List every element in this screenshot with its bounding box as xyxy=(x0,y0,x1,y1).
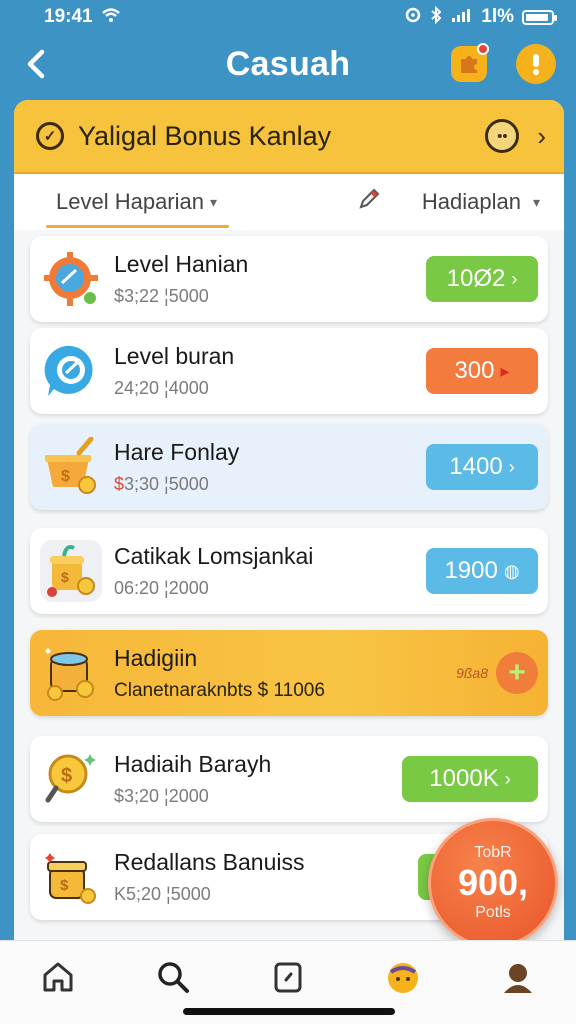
featured-tag: 9ßa8 xyxy=(456,665,488,681)
coin-jar-icon: $ xyxy=(40,846,102,908)
item-subtitle: 24;20 ¦4000 xyxy=(114,378,209,398)
money-pot-icon: $ xyxy=(40,436,102,498)
list-item[interactable]: Level buran 24;20 ¦4000 300 ▸ xyxy=(30,328,548,414)
tab-home[interactable] xyxy=(33,955,83,999)
fab-value: 900, xyxy=(457,862,529,903)
tab-rewards[interactable] xyxy=(378,955,428,999)
svg-text:$: $ xyxy=(61,468,70,485)
badge-face-icon xyxy=(388,963,419,993)
featured-list-item[interactable]: Hadigiin Clanetnaraknbts $ 11006 9ßa8 + xyxy=(30,630,548,716)
profile-icon xyxy=(504,964,533,993)
total-points-button[interactable]: TobR 900, Potls xyxy=(428,818,558,948)
item-subtitle: K5;20 ¦5000 xyxy=(114,884,211,904)
money-jar-icon: $ xyxy=(40,540,102,602)
exclamation-icon xyxy=(533,54,539,75)
item-subtitle: Clanetnaraknbts $ 11006 xyxy=(114,679,325,701)
add-button[interactable]: + xyxy=(496,652,538,694)
active-filter-underline xyxy=(46,225,230,228)
page-title: Casuah xyxy=(225,44,351,83)
search-icon xyxy=(158,962,189,993)
home-indicator xyxy=(183,1008,395,1015)
app-header: Casuah xyxy=(0,34,576,94)
item-title: Hadigiin xyxy=(114,644,198,671)
filter-level-dropdown[interactable]: Level Haparian ▾ xyxy=(46,174,230,230)
target-chat-icon xyxy=(40,340,102,402)
svg-text:$: $ xyxy=(61,765,72,787)
gear-target-icon xyxy=(40,248,102,310)
status-time: 19:41 xyxy=(44,6,93,27)
info-circle-icon: ◍ xyxy=(503,560,520,581)
status-bar: 19:41 1l% xyxy=(0,0,576,34)
item-subtitle: $3;30 ¦5000 xyxy=(114,474,426,495)
fab-bottom-label: Potls xyxy=(475,904,511,921)
item-subtitle-value: 3;30 ¦5000 xyxy=(124,474,209,494)
reward-value: 10Ø2 xyxy=(446,265,506,292)
item-title: Level Hanian xyxy=(114,251,249,277)
fab-top-label: TobR xyxy=(474,844,512,861)
item-subtitle: $3;22 ¦5000 xyxy=(114,286,209,306)
signal-icon xyxy=(451,7,473,27)
reward-badge-button[interactable]: 300 ▸ xyxy=(426,348,538,394)
back-button[interactable] xyxy=(18,46,54,82)
reward-badge-button[interactable]: 10Ø2 › xyxy=(426,256,538,302)
battery-icon xyxy=(522,9,557,25)
bonus-banner[interactable]: ✓ Yaligal Bonus Kanlay •• › xyxy=(14,100,564,174)
tab-search[interactable] xyxy=(148,955,198,999)
svg-text:$: $ xyxy=(60,877,69,894)
reward-badge-button[interactable]: 1000K › xyxy=(402,756,538,802)
item-title: Level buran xyxy=(114,343,235,369)
filter-reward-label[interactable]: Hadiaplan xyxy=(422,189,521,215)
chevron-left-icon xyxy=(27,49,45,79)
notification-dot xyxy=(477,43,489,55)
list-item[interactable]: Level Hanian $3;22 ¦5000 10Ø2 › xyxy=(30,236,548,322)
item-title: Hare Fonlay xyxy=(114,439,240,465)
list-item[interactable]: $ Catikak Lomsjankai 06:20 ¦2000 1900 ◍ xyxy=(30,528,548,614)
bluetooth-icon xyxy=(429,5,443,28)
home-icon xyxy=(43,962,73,992)
puzzle-button[interactable] xyxy=(451,43,489,82)
check-circle-icon: ✓ xyxy=(36,122,64,150)
banner-title: Yaligal Bonus Kanlay xyxy=(78,120,332,151)
chevron-right-icon: › xyxy=(537,120,546,151)
item-title: Redallans Banuiss xyxy=(114,849,305,875)
honey-pot-icon xyxy=(40,642,102,704)
puzzle-icon xyxy=(461,56,477,73)
filter-row: Level Haparian ▾ Hadiaplan ▾ xyxy=(14,174,564,230)
clock-square-icon xyxy=(274,962,302,993)
chevron-down-icon: ▾ xyxy=(532,193,540,210)
svg-text:$: $ xyxy=(61,569,69,585)
chevron-down-icon: ▾ xyxy=(209,193,218,210)
reward-badge-button[interactable]: 1900 ◍ xyxy=(426,548,538,594)
chevron-right-icon: › xyxy=(508,456,515,477)
chevron-right-icon: › xyxy=(511,268,518,289)
item-subtitle: 06:20 ¦2000 xyxy=(114,578,209,598)
reward-value: 1900 xyxy=(444,557,498,584)
list-item[interactable]: $ Hare Fonlay $3;30 ¦5000 1400 › xyxy=(30,424,548,510)
item-subtitle: $3;20 ¦2000 xyxy=(114,786,209,806)
filter-level-label: Level Haparian xyxy=(56,189,204,214)
plus-icon: + xyxy=(508,656,526,689)
item-title: Catikak Lomsjankai xyxy=(114,543,314,569)
pencil-icon[interactable] xyxy=(356,186,382,218)
currency-prefix: $ xyxy=(114,474,125,494)
alarm-icon xyxy=(405,7,421,27)
battery-percent: 1l% xyxy=(481,6,514,27)
face-icon: •• xyxy=(485,119,520,153)
chevron-right-icon: › xyxy=(504,768,511,789)
item-title: Hadiaih Barayh xyxy=(114,751,272,777)
arrow-right-icon: ▸ xyxy=(500,360,510,381)
list-item[interactable]: $ Hadiaih Barayh $3;20 ¦2000 1000K › xyxy=(30,736,548,822)
alert-button[interactable] xyxy=(516,44,556,84)
reward-value: 1000K xyxy=(429,765,499,792)
coin-magnifier-icon: $ xyxy=(40,748,102,810)
tab-profile[interactable] xyxy=(493,955,543,999)
reward-badge-button[interactable]: 1400 › xyxy=(426,444,538,490)
wifi-icon xyxy=(101,7,121,27)
reward-value: 300 xyxy=(454,357,495,384)
tab-activity[interactable] xyxy=(263,955,313,999)
reward-value: 1400 xyxy=(449,453,503,480)
